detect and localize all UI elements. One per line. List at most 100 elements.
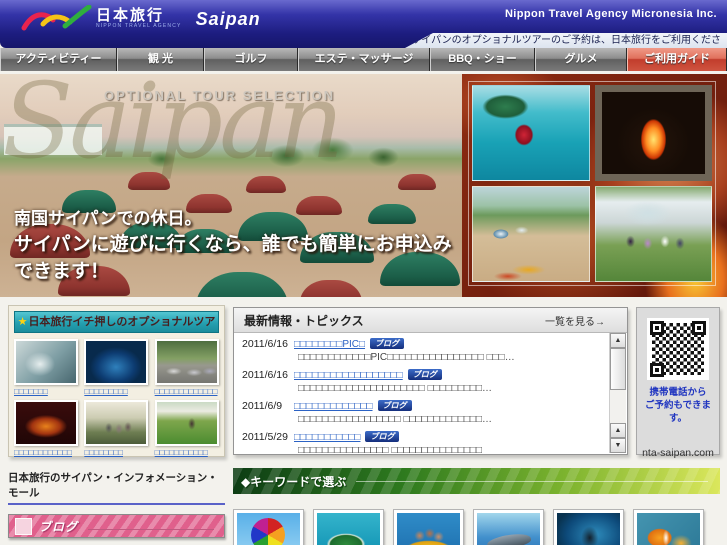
blog-button-icon [15,517,32,535]
scroll-up-button[interactable]: ▲ [610,333,626,348]
news-excerpt: □□□□□□□□□□□□□□□□□ □□□□□□□□□□□□□… [298,414,492,425]
parasailing-thumb[interactable] [233,509,304,545]
news-excerpt: □□□□□□□□□□□□□□□□□□□□□ □□□□□□□□□… [298,383,492,394]
aquarium-thumb[interactable] [14,339,78,385]
news-item: 2011/6/9 □□□□□□□□□□□□□ ブログ □□□□□□□□□□□□□□□… [242,400,606,426]
blog-button[interactable]: ブログ [8,514,225,538]
tour-link[interactable]: □□□□□□□□□□□ [155,448,219,457]
nav-esthe-massage[interactable]: エステ・マッサージ [298,48,430,71]
featured-tours-box: ★日本旅行イチ押しのオプショナルツアー □□□□□□□ □□□□□□□□□ □□… [8,305,225,457]
keyword-banner-rule [356,480,708,482]
featured-tours-grid: □□□□□□□ □□□□□□□□□ □□□□□□□□□□□□□ □□□□□□□□… [14,339,219,457]
nav-user-guide[interactable]: ご利用ガイド [627,48,727,71]
page-root: 日本旅行 NIPPON TRAVEL AGENCY Saipan Nippon … [0,0,727,545]
dinner-show-thumb[interactable] [14,400,78,446]
featured-tour-item[interactable]: □□□□□□□□□□□□ [14,400,78,457]
news-box: 最新情報・トピックス 一覧を見る→ 2011/6/16 □□□□□□□□PIC□ ブ… [233,307,628,455]
keyword-thumb-row [233,509,720,545]
site-name: Saipan [195,8,261,29]
car-rental-thumb[interactable] [154,339,219,385]
clownfish-thumb[interactable] [633,509,704,545]
mobile-site-url: nta-saipan.com [642,447,714,459]
blog-button-label: ブログ [39,519,79,534]
news-link[interactable]: □□□□□□□□□□□□□ [294,401,373,412]
nav-sightseeing[interactable]: 観 光 [117,48,204,71]
bbq-fire-photo [594,85,712,181]
diving-thumb[interactable] [553,509,624,545]
nav-activities[interactable]: アクティビティー [0,48,117,71]
blog-button-rule [88,528,214,530]
scrollbar-thumb[interactable] [610,348,626,390]
blog-badge: ブログ [370,338,405,349]
hero-photo-collage [468,81,716,286]
blog-badge: ブログ [377,400,412,411]
lagoon-parasail-photo [472,85,590,181]
keyword-section: ◆キーワードで選ぶ [233,468,720,545]
blog-badge: ブログ [407,369,442,380]
news-link[interactable]: □□□□□□□□□□□ [294,432,360,443]
featured-tour-item[interactable]: □□□□□□□□□□□ [154,400,219,457]
tour-link[interactable]: □□□□□□□□□ [84,387,148,396]
nav-golf[interactable]: ゴルフ [204,48,298,71]
featured-tour-item[interactable]: □□□□□□□ [14,339,78,396]
header-tagline: サイパンのオプショナルツアーのご予約は、日本旅行をご利用ください。 [405,33,727,48]
news-date: 2011/6/16 [242,369,288,381]
qr-code [647,318,709,380]
news-excerpt: □□□□□□□□□□□□PIC□□□□□□□□□□□□□□□□ □□□… [298,352,515,363]
tour-link[interactable]: □□□□□□□□□□□□ [14,448,78,457]
group-tour-photo [594,186,712,282]
nav-gourmet[interactable]: グルメ [535,48,627,71]
news-link[interactable]: □□□□□□□□□□□□□□□□□□ [294,370,403,381]
hero-banner: Saipan OPTIONAL TOUR SELECTION 南国サイパンでの休… [0,74,727,297]
grotto-dive-thumb[interactable] [84,339,149,385]
main-nav: アクティビティー 観 光 ゴルフ エステ・マッサージ BBQ・ショー グルメ ご… [0,48,727,71]
dolphin-thumb[interactable] [473,509,544,545]
logo[interactable]: 日本旅行 NIPPON TRAVEL AGENCY Saipan [20,5,261,33]
golf-thumb[interactable] [154,400,219,446]
keyword-banner-title: ◆キーワードで選ぶ [241,474,347,489]
logo-swoosh-icon [21,5,92,31]
keyword-banner: ◆キーワードで選ぶ [233,468,720,494]
star-icon: ★ [17,316,28,328]
news-title: 最新情報・トピックス [244,313,364,328]
mobile-text-line2: ご予約もできます。 [644,400,712,424]
news-excerpt: □□□□□□□□□□□□□□□ □□□□□□□□□□□□□□□ [298,445,482,454]
logo-text: 日本旅行 [96,7,165,24]
featured-tour-item[interactable]: □□□□□□□□□□□□□ [154,339,219,396]
news-scrollbar[interactable]: ▲ ▲ ▼ [609,333,626,453]
hero-caption: 南国サイパンでの休日。 サイパンに遊びに行くなら、誰でも簡単にお申込みできます！ [14,207,462,285]
scroll-down-button[interactable]: ▼ [610,438,626,453]
logo-subtext: NIPPON TRAVEL AGENCY [96,23,182,29]
news-item: 2011/6/16 □□□□□□□□□□□□□□□□□□ ブログ □□□□□□□□□… [242,369,606,395]
news-item: 2011/5/29 □□□□□□□□□□□ ブログ □□□□□□□□□□□□□□□ … [242,431,606,454]
scroll-up-button-bottom[interactable]: ▲ [610,423,626,438]
blog-badge: ブログ [365,431,400,442]
hero-headline-1: 南国サイパンでの休日。 [14,209,202,228]
garden-tour-thumb[interactable] [84,400,149,446]
featured-tour-item[interactable]: □□□□□□□□ [84,400,149,457]
banana-boat-thumb[interactable] [393,509,464,545]
tour-link[interactable]: □□□□□□□□ [84,448,148,457]
hero-headline-2: サイパンに遊びに行くなら、誰でも簡単にお申込みできます！ [14,234,452,282]
news-date: 2011/6/9 [242,400,283,412]
news-view-all-link[interactable]: 一覧を見る→ [545,313,627,328]
island-thumb[interactable] [313,509,384,545]
beach-kayak-photo [472,186,590,282]
news-date: 2011/6/16 [242,338,288,350]
info-mall-section: 日本旅行のサイパン・インフォメーション・モール ブログ メールほっとライン [8,470,225,545]
news-header: 最新情報・トピックス 一覧を見る→ [234,308,627,333]
tour-link[interactable]: □□□□□□□□□□□□□ [155,387,219,396]
hero-beach-photo: Saipan OPTIONAL TOUR SELECTION 南国サイパンでの休… [0,74,462,297]
news-item: 2011/6/16 □□□□□□□□PIC□ ブログ □□□□□□□□□□□□PIC… [242,338,606,364]
featured-tour-item[interactable]: □□□□□□□□□ [84,339,149,396]
company-name: Nippon Travel Agency Micronesia Inc. [504,8,717,20]
info-mall-title: 日本旅行のサイパン・インフォメーション・モール [8,470,225,505]
mobile-reservation-box: 携帯電話から ご予約もできます。 nta-saipan.com [636,307,720,459]
hero-kicker: OPTIONAL TOUR SELECTION [104,88,336,103]
nav-bbq-show[interactable]: BBQ・ショー [430,48,535,71]
featured-tours-header: ★日本旅行イチ押しのオプショナルツアー [14,311,219,348]
news-link[interactable]: □□□□□□□□PIC□ [294,339,365,350]
hero-bbq-background [462,74,727,297]
news-date: 2011/5/29 [242,431,288,443]
tour-link[interactable]: □□□□□□□ [14,387,78,396]
